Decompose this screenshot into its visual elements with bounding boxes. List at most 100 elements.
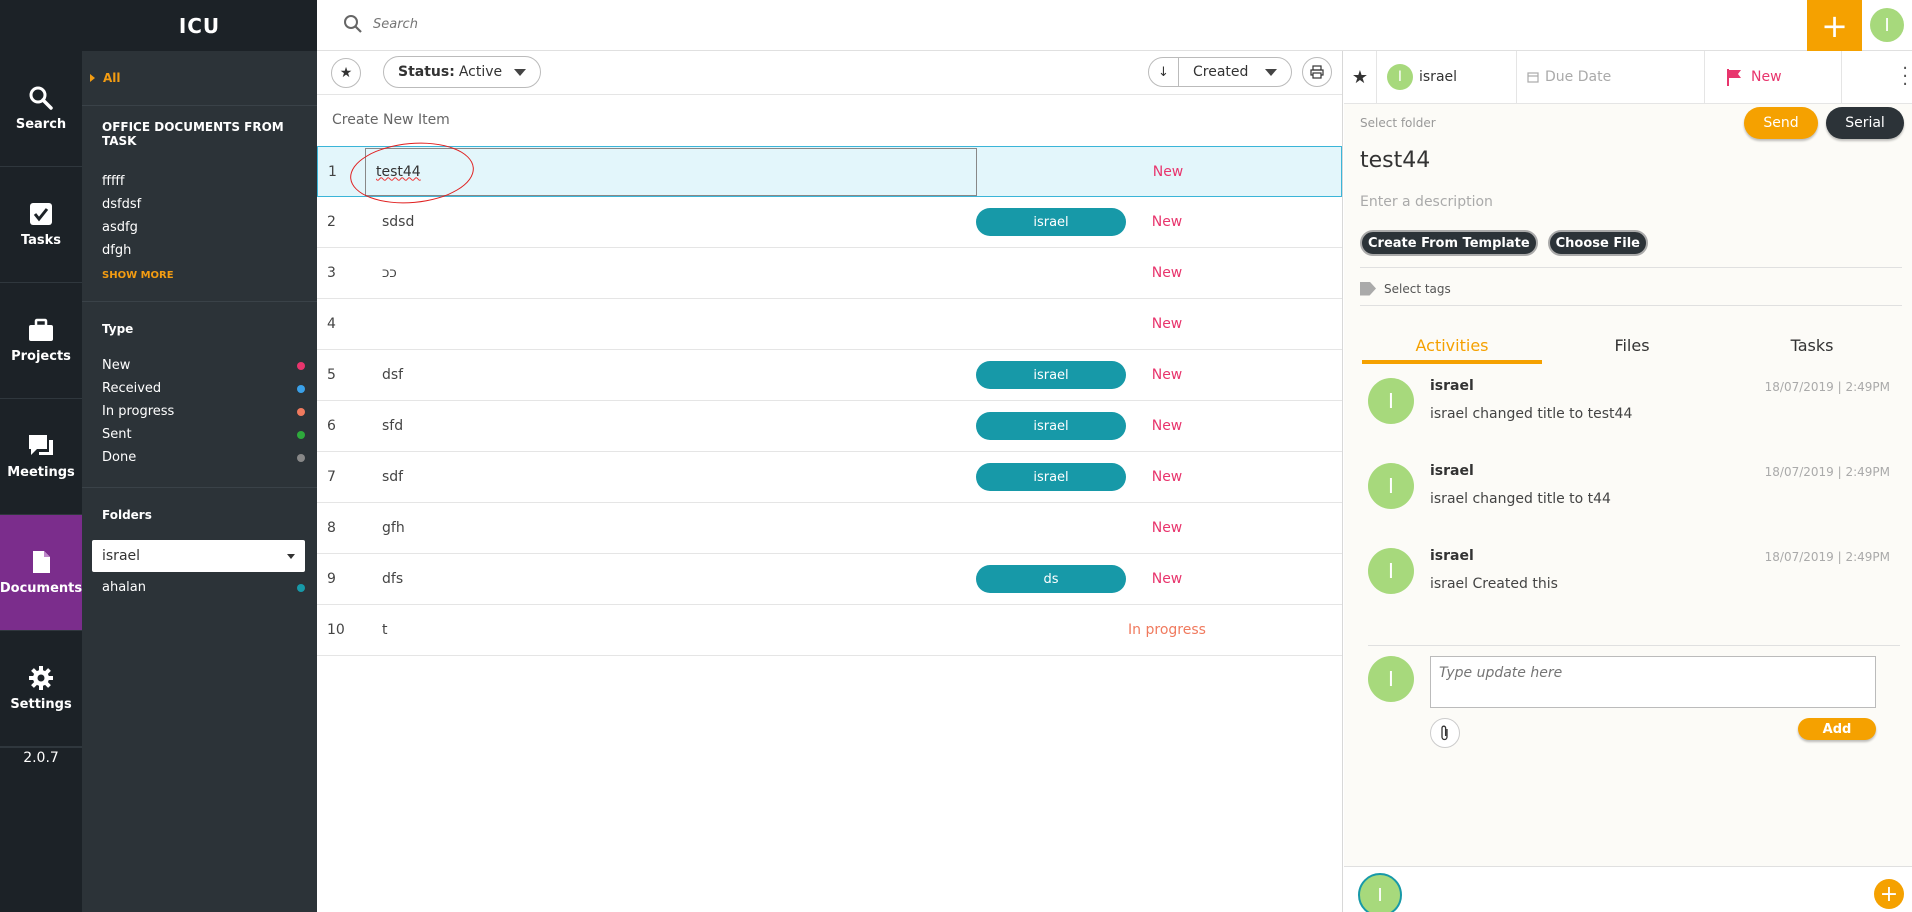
nav-label: Settings: [10, 697, 72, 712]
office-item[interactable]: asdfg: [102, 216, 317, 239]
detail-footer: I +: [1344, 866, 1912, 912]
table-row[interactable]: 9 dfs ds New: [317, 554, 1342, 605]
row-title: test44: [376, 163, 421, 180]
folders-section: Folders israel ahalan: [82, 487, 317, 599]
template-buttons: Create From Template Choose File: [1360, 230, 1902, 268]
star-filter-button[interactable]: ★: [331, 58, 361, 88]
tags-selector[interactable]: Select tags: [1360, 272, 1902, 306]
nav-meetings[interactable]: Meetings: [0, 399, 82, 515]
create-new-item[interactable]: Create New Item: [317, 95, 1342, 146]
chevron-down-icon: [1265, 68, 1277, 76]
description-field[interactable]: Enter a description: [1360, 194, 1493, 210]
table-row[interactable]: 4 New: [317, 299, 1342, 350]
avatar[interactable]: I: [1870, 8, 1904, 42]
status-label: New: [1751, 69, 1782, 85]
table-row[interactable]: 10 t In progress: [317, 605, 1342, 656]
row-status: New: [1152, 163, 1184, 180]
activity-time: 18/07/2019 | 2:49PM: [1764, 550, 1890, 564]
status-filter-value: Active: [458, 64, 503, 80]
add-icon[interactable]: +: [1874, 879, 1904, 909]
row-number: 9: [327, 571, 336, 587]
status-dot: [297, 407, 305, 416]
type-section: Type New Received In progress Sent Done: [82, 301, 317, 469]
status-filter[interactable]: Status: Active: [383, 56, 542, 88]
serial-button[interactable]: Serial: [1826, 107, 1904, 139]
row-number: 7: [327, 469, 336, 485]
nav-settings[interactable]: Settings: [0, 631, 82, 747]
sort-direction-button[interactable]: ↓: [1149, 58, 1179, 86]
nav-documents[interactable]: Documents: [0, 515, 82, 631]
nav-projects[interactable]: Projects: [0, 283, 82, 399]
table-row[interactable]: 6 sfd israel New: [317, 401, 1342, 452]
nav-search[interactable]: Search: [0, 51, 82, 167]
assignee-selector[interactable]: I israel: [1376, 50, 1516, 104]
tab-activities[interactable]: Activities: [1362, 332, 1542, 364]
status-selector[interactable]: New: [1704, 50, 1841, 104]
assignee-badge: [976, 259, 1126, 287]
assignee-badge: [984, 158, 1134, 186]
assignee-badge[interactable]: israel: [976, 361, 1126, 389]
nav-label: Tasks: [20, 233, 62, 248]
assignee-badge[interactable]: israel: [976, 463, 1126, 491]
sort-field-select[interactable]: Created: [1179, 64, 1291, 80]
star-icon[interactable]: ★: [1344, 67, 1376, 88]
office-item[interactable]: fffff: [102, 170, 317, 193]
activity-item: I israel 18/07/2019 | 2:49PM israel chan…: [1368, 463, 1900, 548]
row-status: New: [1151, 265, 1183, 281]
status-dot: [297, 430, 305, 439]
app-title: ICU: [0, 0, 317, 51]
folder-item[interactable]: ahalan: [102, 576, 317, 599]
add-update-button[interactable]: Add: [1798, 718, 1876, 740]
row-number: 6: [327, 418, 336, 434]
detail-header: ★ I israel Due Date New · · ·: [1344, 50, 1912, 104]
type-item-in-progress[interactable]: In progress: [102, 400, 317, 423]
update-input[interactable]: [1430, 656, 1876, 708]
nav-label: Search: [15, 117, 67, 132]
due-date-picker[interactable]: Due Date: [1516, 50, 1704, 104]
table-row[interactable]: 3 ככ New: [317, 248, 1342, 299]
search-input[interactable]: [373, 16, 773, 32]
more-options-icon[interactable]: · · ·: [1902, 60, 1908, 94]
folder-label: ahalan: [102, 580, 146, 595]
type-label: In progress: [102, 404, 175, 419]
chat-icon: [29, 435, 53, 455]
activity-user: israel: [1430, 548, 1474, 564]
table-row[interactable]: 8 gfh New: [317, 503, 1342, 554]
create-from-template-button[interactable]: Create From Template: [1360, 230, 1538, 256]
table-row[interactable]: 2 sdsd israel New: [317, 197, 1342, 248]
tab-files[interactable]: Files: [1542, 332, 1722, 364]
avatar[interactable]: I: [1358, 873, 1402, 912]
document-icon: [33, 551, 50, 573]
type-item-new[interactable]: New: [102, 354, 317, 377]
send-button[interactable]: Send: [1744, 107, 1818, 139]
row-number: 5: [327, 367, 336, 383]
nav-tasks[interactable]: Tasks: [0, 167, 82, 283]
left-nav: Search Tasks Projects Meetings Documents…: [0, 0, 82, 912]
table-row[interactable]: 5 dsf israel New: [317, 350, 1342, 401]
table-row[interactable]: 1 test44 New: [317, 137, 1342, 208]
office-item[interactable]: dsfdsf: [102, 193, 317, 216]
filter-all[interactable]: All: [82, 51, 317, 85]
type-item-sent[interactable]: Sent: [102, 423, 317, 446]
assignee-badge[interactable]: israel: [976, 208, 1126, 236]
add-button[interactable]: +: [1807, 0, 1862, 51]
avatar: I: [1387, 64, 1413, 90]
row-number: 10: [327, 622, 345, 638]
assignee-badge[interactable]: israel: [976, 412, 1126, 440]
select-folder[interactable]: Select folder: [1360, 116, 1436, 130]
type-item-received[interactable]: Received: [102, 377, 317, 400]
assignee-badge[interactable]: ds: [976, 565, 1126, 593]
item-title[interactable]: test44: [1360, 148, 1430, 173]
tab-tasks[interactable]: Tasks: [1722, 332, 1902, 364]
attach-button[interactable]: [1430, 718, 1460, 748]
title-edit-input[interactable]: test44: [347, 137, 977, 208]
row-title: dfs: [382, 571, 404, 587]
activity-user: israel: [1430, 463, 1474, 479]
table-row[interactable]: 7 sdf israel New: [317, 452, 1342, 503]
choose-file-button[interactable]: Choose File: [1547, 230, 1648, 256]
type-item-done[interactable]: Done: [102, 446, 317, 469]
show-more-link[interactable]: SHOW MORE: [102, 270, 317, 281]
office-item[interactable]: dfgh: [102, 239, 317, 262]
print-button[interactable]: [1302, 57, 1332, 87]
folder-select[interactable]: israel: [92, 540, 305, 572]
